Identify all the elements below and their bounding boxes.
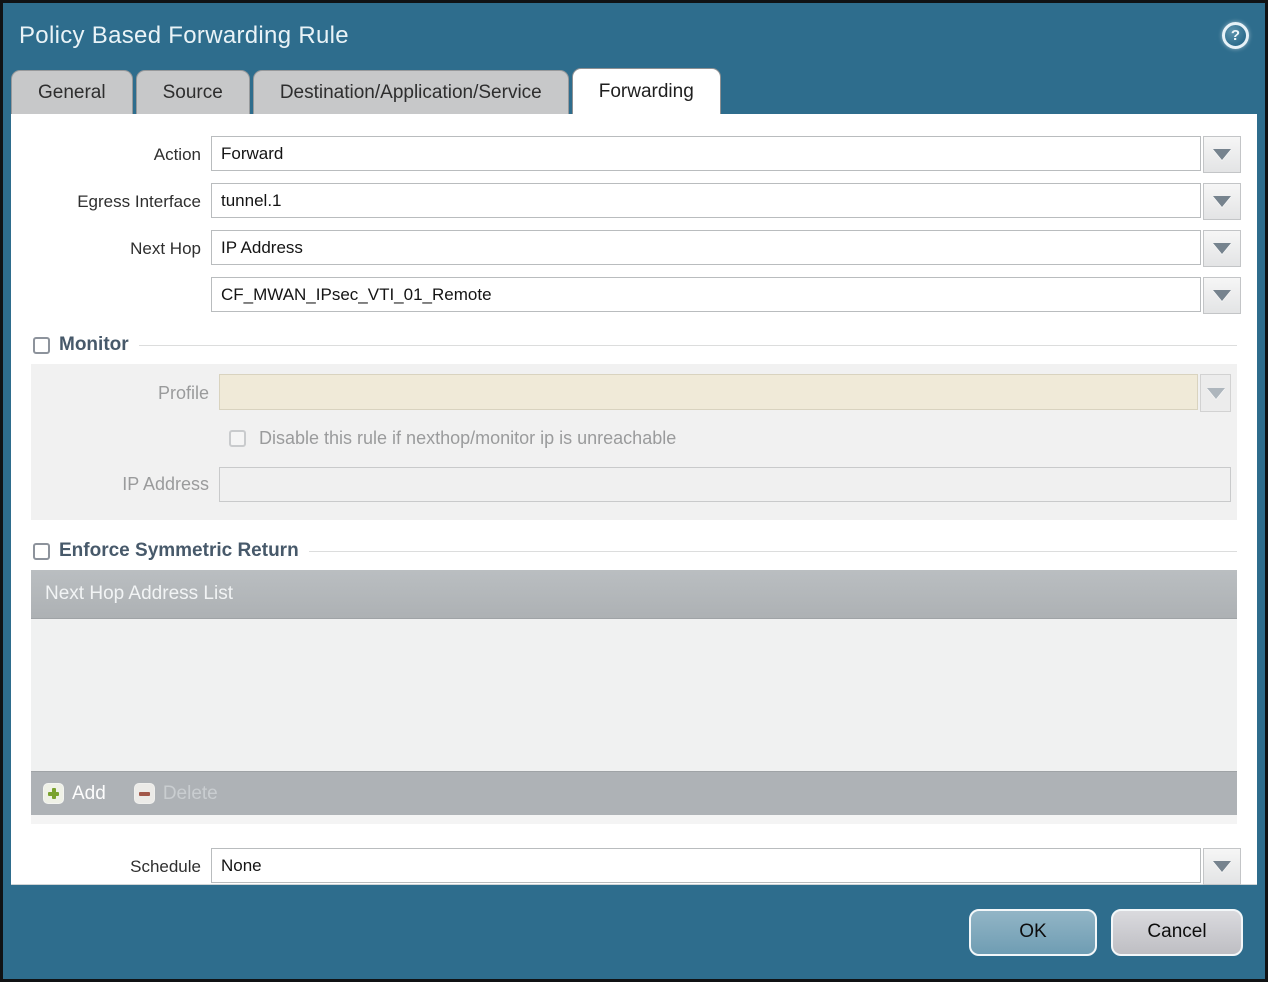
egress-interface-input[interactable] (211, 183, 1201, 218)
dropdown-arrow-icon (1213, 149, 1231, 160)
monitor-legend: Monitor (31, 334, 139, 356)
delete-button: Delete (133, 782, 218, 805)
table-toolbar: Add Delete (31, 771, 1237, 815)
plus-icon (43, 783, 64, 804)
monitor-label: Monitor (59, 334, 129, 355)
disable-rule-row: Disable this rule if nexthop/monitor ip … (229, 428, 1237, 449)
dropdown-arrow-icon (1213, 196, 1231, 207)
dropdown-arrow-icon (1213, 861, 1231, 872)
monitor-checkbox[interactable] (33, 336, 50, 354)
tab-source[interactable]: Source (135, 70, 250, 114)
profile-label: Profile (157, 382, 209, 403)
egress-interface-row: Egress Interface (11, 183, 1257, 220)
title-bar: Policy Based Forwarding Rule ? (3, 3, 1265, 68)
action-dropdown-button[interactable] (1203, 136, 1241, 173)
next-hop-address-dropdown-button[interactable] (1203, 277, 1241, 314)
enforce-symmetric-return-checkbox[interactable] (33, 542, 50, 560)
cancel-button[interactable]: Cancel (1111, 908, 1243, 956)
next-hop-address-list-header-label: Next Hop Address List (45, 583, 233, 604)
monitor-ip-address-row: IP Address (31, 467, 1237, 502)
egress-interface-dropdown-button[interactable] (1203, 183, 1241, 220)
monitor-section: Monitor Profile Disable this rule if nex… (31, 334, 1237, 520)
next-hop-address-list-header: Next Hop Address List (31, 570, 1237, 619)
delete-button-label: Delete (162, 782, 218, 804)
schedule-label: Schedule (130, 856, 201, 876)
next-hop-row: Next Hop (11, 230, 1257, 267)
ok-button[interactable]: OK (969, 908, 1097, 956)
next-hop-address-list-table: Next Hop Address List Add Delete (31, 570, 1237, 824)
monitor-ip-address-label: IP Address (122, 474, 209, 494)
tab-forwarding[interactable]: Forwarding (571, 68, 721, 114)
monitor-panel: Profile Disable this rule if nexthop/mon… (31, 364, 1237, 520)
profile-row: Profile (31, 374, 1237, 412)
help-icon[interactable]: ? (1222, 22, 1249, 49)
dropdown-arrow-icon (1213, 243, 1231, 254)
add-button[interactable]: Add (43, 783, 106, 805)
action-input[interactable] (211, 136, 1201, 171)
policy-based-forwarding-dialog: Policy Based Forwarding Rule ? General S… (0, 0, 1268, 982)
next-hop-label: Next Hop (130, 238, 201, 258)
disable-rule-label: Disable this rule if nexthop/monitor ip … (259, 428, 677, 448)
next-hop-dropdown-button[interactable] (1203, 230, 1241, 267)
dialog-footer: OK Cancel (3, 885, 1265, 979)
dropdown-arrow-icon (1213, 290, 1231, 301)
next-hop-address-row (11, 277, 1257, 314)
add-button-label: Add (72, 782, 106, 804)
tab-general[interactable]: General (11, 70, 133, 114)
monitor-ip-address-input (219, 467, 1231, 502)
profile-input (219, 374, 1198, 410)
schedule-row: Schedule (11, 848, 1257, 885)
tab-destination-application-service[interactable]: Destination/Application/Service (252, 70, 569, 114)
table-bottom-spacer (31, 815, 1237, 824)
next-hop-address-input[interactable] (211, 277, 1201, 312)
dialog-title: Policy Based Forwarding Rule (19, 21, 349, 49)
schedule-dropdown-button[interactable] (1203, 848, 1241, 885)
minus-icon (133, 783, 155, 804)
schedule-input[interactable] (211, 848, 1201, 883)
action-row: Action (11, 136, 1257, 173)
next-hop-type-input[interactable] (211, 230, 1201, 265)
enforce-symmetric-return-legend: Enforce Symmetric Return (31, 540, 309, 562)
enforce-symmetric-return-section: Enforce Symmetric Return Next Hop Addres… (31, 540, 1237, 824)
profile-dropdown-button (1200, 374, 1231, 412)
action-label: Action (153, 144, 201, 164)
enforce-symmetric-return-label: Enforce Symmetric Return (59, 540, 299, 561)
disable-rule-checkbox (229, 430, 246, 447)
tab-bar: General Source Destination/Application/S… (11, 68, 1257, 114)
dropdown-arrow-icon (1206, 387, 1225, 399)
egress-interface-label: Egress Interface (77, 191, 201, 211)
forwarding-tab-content: Action Egress Interface Next Hop (11, 114, 1257, 885)
next-hop-address-list-body (31, 619, 1237, 771)
